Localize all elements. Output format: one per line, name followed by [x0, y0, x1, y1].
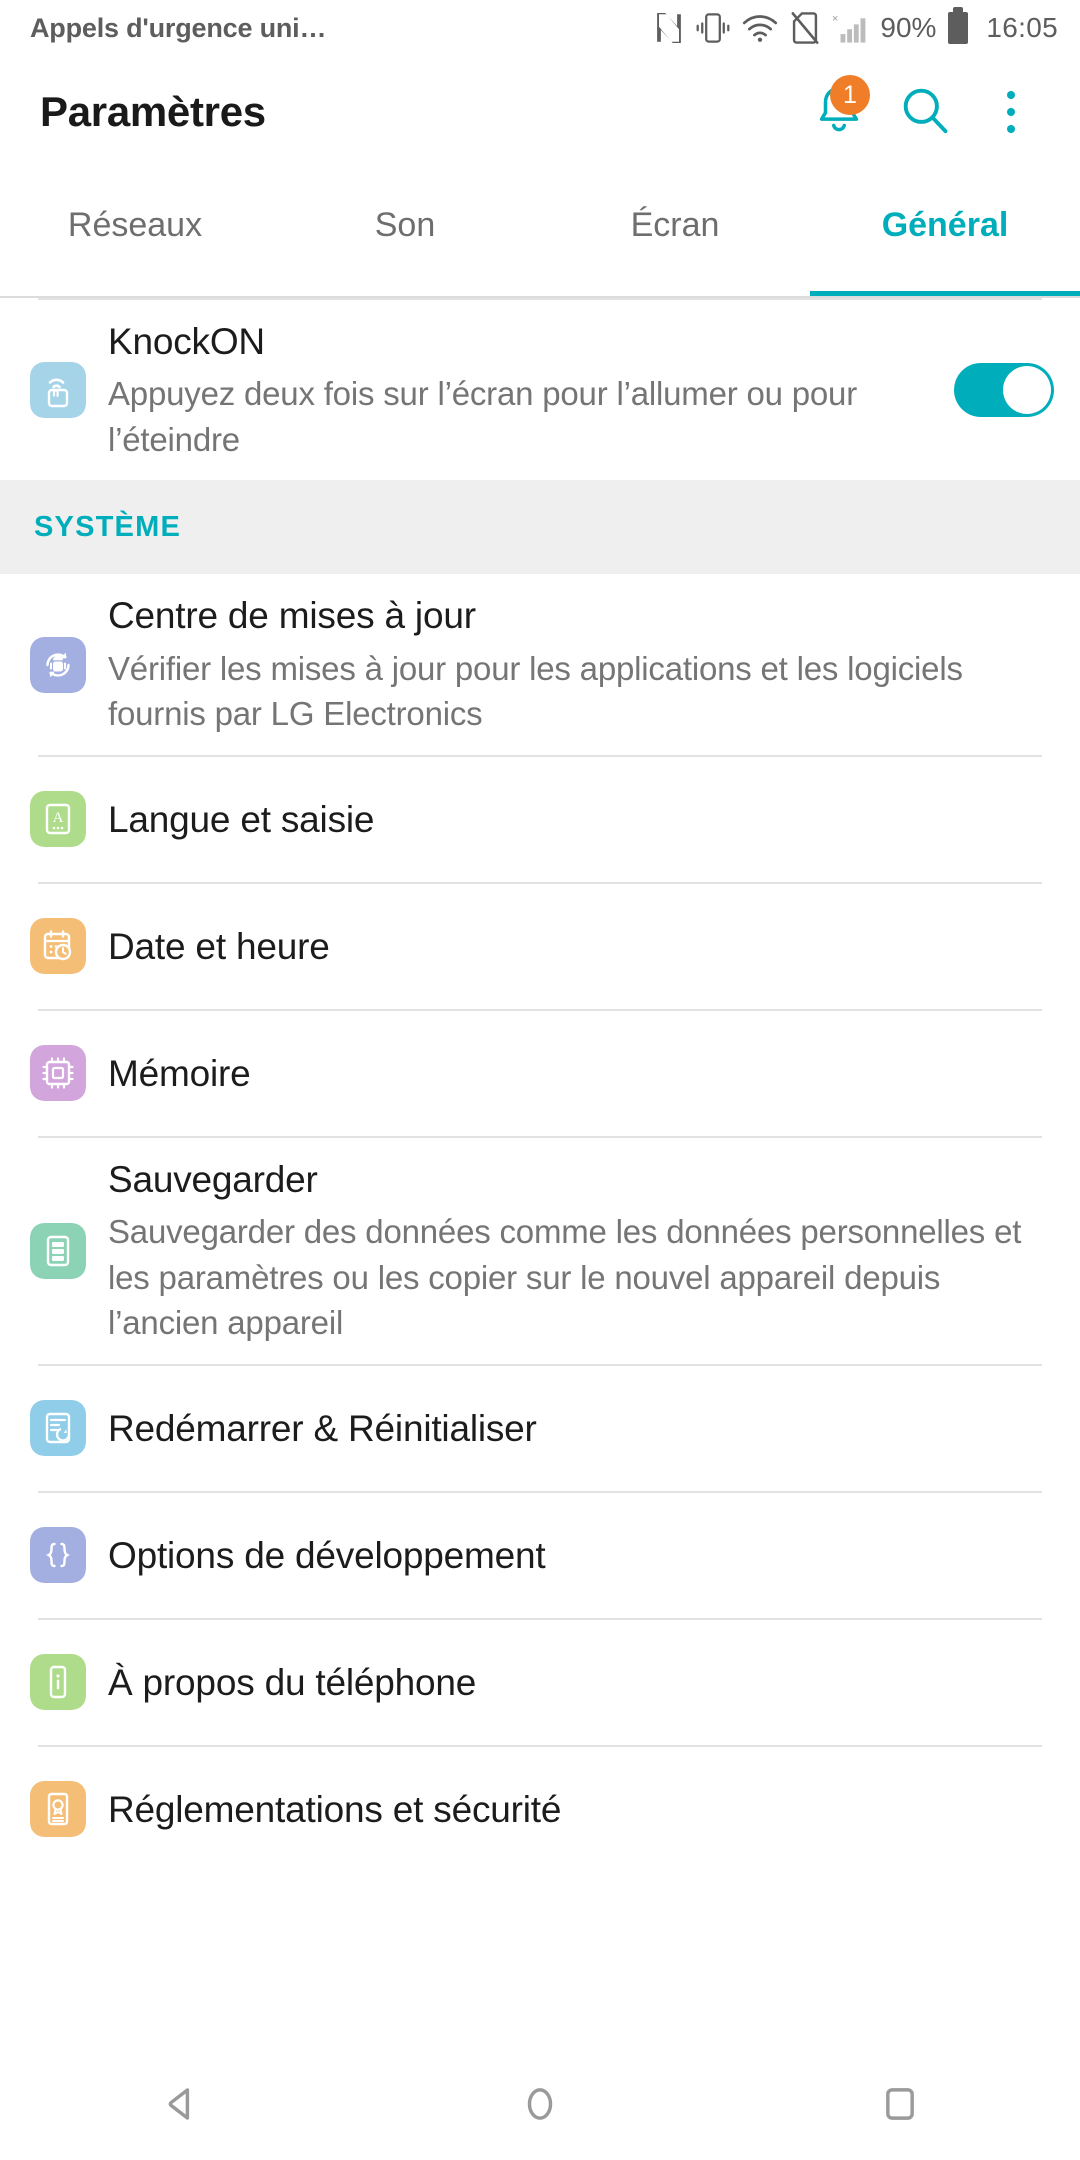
about-phone-icon: [30, 1654, 86, 1711]
svg-text:×: ×: [832, 13, 838, 25]
list-item-knockon[interactable]: KnockON Appuyez deux fois sur l’écran po…: [0, 300, 1080, 481]
tab-ecran[interactable]: Écran: [540, 168, 810, 298]
restart-reset-icon: [30, 1400, 86, 1457]
list-item-subtitle: Sauvegarder des données comme les donnée…: [108, 1213, 1022, 1342]
notifications-button[interactable]: 1: [796, 69, 882, 155]
list-item-text: KnockON Appuyez deux fois sur l’écran po…: [108, 300, 936, 480]
signal-icon: ×: [832, 11, 866, 45]
wifi-icon: [742, 13, 778, 43]
tab-general[interactable]: Général: [810, 168, 1080, 298]
list-item-text: Redémarrer & Réinitialiser: [108, 1387, 1054, 1470]
list-item-subtitle: Appuyez deux fois sur l’écran pour l’all…: [108, 375, 858, 458]
list-item-text: Centre de mises à jour Vérifier les mise…: [108, 574, 1054, 754]
list-item-title: Date et heure: [108, 925, 330, 967]
list-item-title: Redémarrer & Réinitialiser: [108, 1407, 537, 1449]
search-button[interactable]: [882, 69, 968, 155]
list-item-reglementations-et-securite[interactable]: Réglementations et sécurité: [0, 1746, 1080, 1872]
page-title: Paramètres: [40, 88, 266, 135]
list-item-langue-et-saisie[interactable]: A Langue et saisie: [0, 756, 1080, 882]
home-icon: [517, 2081, 563, 2132]
list-item-text: Réglementations et sécurité: [108, 1768, 1054, 1851]
vibrate-icon: [696, 12, 730, 44]
section-label: SYSTÈME: [34, 510, 181, 543]
notification-badge: 1: [830, 75, 870, 115]
update-center-icon: [30, 636, 86, 693]
list-item-title: Langue et saisie: [108, 798, 375, 840]
list-item-subtitle: Vérifier les mises à jour pour les appli…: [108, 649, 963, 733]
list-item-sauvegarder[interactable]: Sauvegarder Sauvegarder des données comm…: [0, 1137, 1080, 1364]
overflow-menu-button[interactable]: [968, 69, 1054, 155]
list-item-text: Langue et saisie: [108, 778, 1054, 861]
clock-label: 16:05: [986, 12, 1058, 43]
svg-text:A: A: [53, 810, 64, 826]
recents-icon: [877, 2081, 923, 2132]
list-item-text: Mémoire: [108, 1032, 1054, 1115]
section-header-systeme: SYSTÈME: [0, 480, 1080, 575]
list-item-title: Centre de mises à jour: [108, 595, 476, 637]
list-item-centre-de-mises-a-jour[interactable]: Centre de mises à jour Vérifier les mise…: [0, 574, 1080, 755]
status-icons: × 90% 16:05: [654, 7, 1058, 45]
navigation-bar: [0, 2052, 1080, 2160]
battery-percent-label: 90%: [880, 12, 937, 43]
list-item-text: Date et heure: [108, 905, 1054, 988]
knockon-toggle[interactable]: [954, 363, 1054, 418]
date-time-icon: [30, 918, 86, 975]
list-item-date-et-heure[interactable]: Date et heure: [0, 883, 1080, 1009]
list-item-title: Mémoire: [108, 1052, 251, 1094]
regulatory-safety-icon: [30, 1781, 86, 1838]
status-bar: Appels d'urgence uni… × 90% 16:05: [0, 0, 1080, 56]
back-icon: [157, 2081, 203, 2132]
list-item-title: Options de développement: [108, 1534, 546, 1576]
home-button[interactable]: [465, 2052, 615, 2160]
kebab-menu-icon: [1007, 91, 1015, 133]
list-item-text: À propos du téléphone: [108, 1641, 1054, 1724]
list-item-title: Réglementations et sécurité: [108, 1788, 562, 1830]
list-item-text: Options de développement: [108, 1514, 1054, 1597]
language-input-icon: A: [30, 791, 86, 848]
battery-icon: [948, 7, 969, 44]
app-bar: Paramètres 1: [0, 56, 1080, 168]
settings-screen: Appels d'urgence uni… × 90% 16:05 Paramè…: [0, 0, 1080, 2160]
list-item-title: À propos du téléphone: [108, 1661, 477, 1703]
developer-braces-icon: [30, 1527, 86, 1584]
list-item-text: Sauvegarder Sauvegarder des données comm…: [108, 1138, 1054, 1364]
tab-reseaux[interactable]: Réseaux: [0, 168, 270, 298]
backup-icon: [30, 1222, 86, 1279]
no-sim-icon: [790, 11, 820, 45]
carrier-label: Appels d'urgence uni…: [30, 12, 327, 43]
nfc-icon: [654, 11, 684, 45]
recents-button[interactable]: [825, 2052, 975, 2160]
list-item-a-propos-du-telephone[interactable]: À propos du téléphone: [0, 1619, 1080, 1745]
toggle-knob: [1003, 366, 1051, 415]
tab-bar: Réseaux Son Écran Général: [0, 168, 1080, 298]
settings-list: KnockON Appuyez deux fois sur l’écran po…: [0, 298, 1080, 1872]
list-item-options-de-developpement[interactable]: Options de développement: [0, 1492, 1080, 1618]
search-icon: [899, 84, 951, 141]
tab-son[interactable]: Son: [270, 168, 540, 298]
app-bar-actions: 1: [796, 69, 1054, 155]
list-item-memoire[interactable]: Mémoire: [0, 1010, 1080, 1136]
list-item-title: Sauvegarder: [108, 1158, 318, 1200]
list-item-redemarrer-reinitialiser[interactable]: Redémarrer & Réinitialiser: [0, 1365, 1080, 1491]
memory-chip-icon: [30, 1045, 86, 1102]
knock-tap-icon: [30, 362, 86, 419]
back-button[interactable]: [105, 2052, 255, 2160]
list-item-title: KnockON: [108, 321, 265, 362]
